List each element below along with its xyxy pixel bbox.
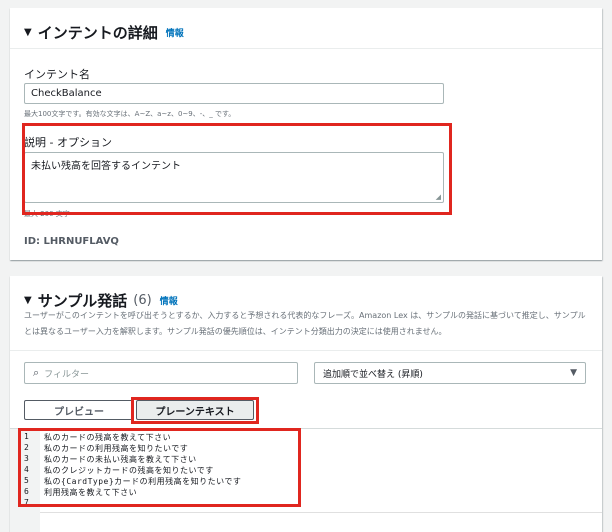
sample-utterances-description: ユーザーがこのインテントを呼び出そうとするか、入力すると予想される代表的なフレー… [24,311,586,336]
code-line: 4 私のクレジットカードの残高を知りたいです [10,465,214,476]
line-text: 私の{CardType}カードの利用残高を知りたいです [44,477,242,486]
code-line: 2 私のカードの利用残高を知りたいです [10,443,188,454]
description-label: 説明 - オプション [24,136,112,149]
sort-select-value: 追加順で並べ替え (昇順) [323,369,423,380]
line-text: 私のクレジットカードの残高を知りたいです [44,466,214,475]
search-icon: ⌕ [33,366,40,379]
resize-grip-icon[interactable]: ◢ [436,193,441,201]
line-number: 2 [24,443,29,452]
sort-select[interactable]: 追加順で並べ替え (昇順) ▼ [314,362,586,384]
line-text: 私のカードの未払い残高を教えて下さい [44,455,197,464]
line-text: 私のカードの利用残高を知りたいです [44,444,189,453]
line-text: 利用残高を教えて下さい [44,488,138,497]
line-number: 7 [24,498,29,507]
line-number: 4 [24,465,29,474]
caret-down-icon[interactable]: ▼ [24,295,32,306]
intent-details-panel: ▼ インテントの詳細 情報 インテント名 CheckBalance 最大100文… [10,8,602,260]
intent-name-label: インテント名 [24,68,90,81]
code-line: 5 私の{CardType}カードの利用残高を知りたいです [10,476,241,487]
code-line: 7 [10,498,44,507]
line-number: 1 [24,432,29,441]
description-divider [10,350,602,351]
intent-name-hint: 最大100文字です。有効な文字は、A~Z、a~z、0~9、-、_ です。 [24,110,236,118]
utterance-count: (6) [133,293,152,308]
code-line: 6 利用残高を教えて下さい [10,487,137,498]
intent-details-header[interactable]: ▼ インテントの詳細 情報 [24,22,184,43]
intent-name-input[interactable]: CheckBalance [24,83,444,104]
filter-placeholder: フィルター [44,369,89,380]
intent-id: ID: LHRNUFLAVQ [24,236,119,247]
tab-plain-text[interactable]: プレーンテキスト [136,400,254,420]
line-number: 5 [24,476,29,485]
header-divider [10,48,602,49]
caret-down-icon[interactable]: ▼ [24,27,32,38]
intent-details-title: インテントの詳細 [37,24,158,42]
line-number: 3 [24,454,29,463]
sample-utterances-info-link[interactable]: 情報 [160,294,178,307]
code-line: 1 私のカードの残高を教えて下さい [10,432,171,443]
tab-preview[interactable]: プレビュー [24,400,134,420]
utterance-editor[interactable]: 1 私のカードの残高を教えて下さい 2 私のカードの利用残高を知りたいです 3 私のカ… [10,428,602,532]
editor-scroll-area [40,512,602,532]
line-text: 私のカードの残高を教えて下さい [44,433,172,442]
line-number: 6 [24,487,29,496]
intent-details-info-link[interactable]: 情報 [166,26,184,39]
code-line: 3 私のカードの未払い残高を教えて下さい [10,454,197,465]
filter-input[interactable]: ⌕ フィルター [24,362,298,384]
description-text: 未払い残高を回答するインテント [31,161,181,172]
description-textarea[interactable]: 未払い残高を回答するインテント ◢ [24,152,444,203]
line-text [36,498,44,507]
description-hint: 最大 200 文字 [24,210,70,218]
select-caret-icon: ▼ [570,368,577,378]
